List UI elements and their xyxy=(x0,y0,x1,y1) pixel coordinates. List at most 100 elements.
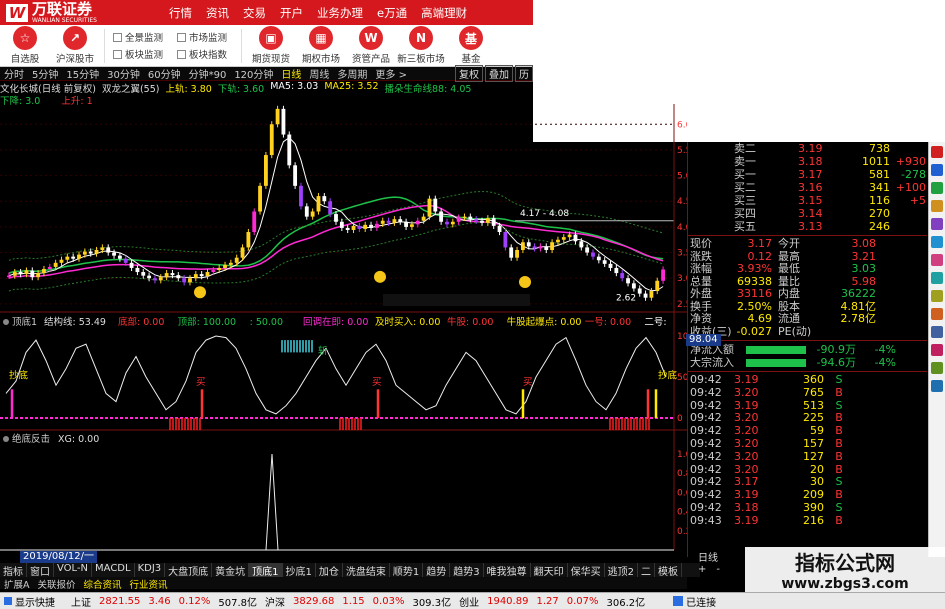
quick-item[interactable]: ☆ 自选股 xyxy=(0,26,50,65)
tool-icon[interactable] xyxy=(931,344,943,356)
indicator-tab[interactable]: KDJ3 xyxy=(135,563,166,577)
monitor-check[interactable]: 全景监测 xyxy=(113,30,163,44)
period-item[interactable]: 分钟*90 xyxy=(185,66,231,81)
indicator-tab[interactable]: 加仓 xyxy=(316,563,343,577)
indicator-tab[interactable]: 窗口 xyxy=(27,563,54,577)
monitor-check[interactable]: 市场监测 xyxy=(177,30,227,44)
trade-row: 09:42 3.20 127 B xyxy=(688,450,927,464)
candle-body xyxy=(293,165,298,186)
zoom-in-button[interactable]: + xyxy=(698,564,706,575)
tool-icon[interactable] xyxy=(931,362,943,374)
indicator-tab[interactable]: 顺势1 xyxy=(390,563,424,577)
tool-icon[interactable] xyxy=(931,326,943,338)
trade-volume: 765 xyxy=(803,385,824,399)
indicator-tab[interactable]: 二 xyxy=(638,563,656,577)
quick-item[interactable]: ▦ 期权市场 xyxy=(296,26,346,65)
period-item[interactable]: 120分钟 xyxy=(230,66,277,81)
candle-body xyxy=(439,211,444,222)
period-item[interactable]: 周线 xyxy=(305,66,333,81)
flow-bar xyxy=(746,346,806,354)
kline-chart-area[interactable]: 6.005.505.004.504.003.503.002.50 6.544.1… xyxy=(0,104,687,562)
tool-icon[interactable] xyxy=(931,164,943,176)
top-menu-item[interactable]: 行情 xyxy=(162,5,199,21)
checkbox-icon[interactable] xyxy=(113,32,122,42)
order-book-row[interactable]: 买三 3.15 116 +5 xyxy=(688,194,927,207)
period-button[interactable]: 叠加 xyxy=(485,65,513,82)
indicator-tab[interactable]: 趋势3 xyxy=(450,563,484,577)
monitor-check[interactable]: 板块监测 xyxy=(113,47,163,61)
osc-close-icon[interactable] xyxy=(3,319,9,325)
indicator-tab[interactable]: MACDL xyxy=(92,563,135,577)
sub-tab[interactable]: 行业资讯 xyxy=(126,577,172,591)
quick-item[interactable]: ↗ 沪深股市 xyxy=(50,26,100,65)
sub-tab[interactable]: 扩展A xyxy=(0,577,34,591)
tool-icon[interactable] xyxy=(931,290,943,302)
indicator-tab[interactable]: 翻天印 xyxy=(531,563,568,577)
indicator-tab[interactable]: 洗盘结束 xyxy=(343,563,390,577)
connection-status[interactable]: 已连接 xyxy=(686,594,716,609)
zoom-out-button[interactable]: - xyxy=(716,564,720,575)
order-book-row[interactable]: 卖一 3.18 1011 +930 xyxy=(688,155,927,168)
order-book-row[interactable]: 买四 3.14 270 xyxy=(688,207,927,220)
period-item[interactable]: 30分钟 xyxy=(103,66,144,81)
tool-icon[interactable] xyxy=(931,380,943,392)
tool-icon[interactable] xyxy=(931,182,943,194)
indicator-tab[interactable]: 模板 xyxy=(655,563,683,577)
indicator-tab[interactable]: 唯我独尊 xyxy=(484,563,531,577)
fund-icon: 基 xyxy=(459,26,484,50)
indicator-tab[interactable]: VOL-N xyxy=(54,563,93,577)
sh-change: 3.46 xyxy=(148,595,171,607)
top-menu-item[interactable]: 资讯 xyxy=(199,5,236,21)
indicator-tab[interactable]: 抄底1 xyxy=(283,563,316,577)
period-item[interactable]: 分时 xyxy=(0,66,28,81)
sub-tab[interactable]: 关联报价 xyxy=(34,577,80,591)
order-book-row[interactable]: 卖二 3.19 738 xyxy=(688,142,927,155)
checkbox-icon[interactable] xyxy=(177,49,187,59)
tool-icon[interactable] xyxy=(931,236,943,248)
indicator-tab[interactable]: 顶底1 xyxy=(249,563,283,577)
monitor-check[interactable]: 板块指数 xyxy=(177,47,227,61)
period-tab-daily[interactable]: 日线 xyxy=(690,549,745,564)
quick-item[interactable]: ▣ 期货现货 xyxy=(246,26,296,65)
sub-tab[interactable]: 综合资讯 xyxy=(80,577,126,591)
checkbox-icon[interactable] xyxy=(177,32,187,42)
indicator-tab[interactable]: 趋势 xyxy=(423,563,451,577)
period-item[interactable]: 更多 > xyxy=(371,66,411,81)
top-menu-item[interactable]: 业务办理 xyxy=(310,5,370,21)
top-menu-item[interactable]: 开户 xyxy=(273,5,310,21)
quick-item[interactable]: N 新三板市场 xyxy=(396,26,446,65)
period-button[interactable]: 复权 xyxy=(455,65,483,82)
period-item[interactable]: 60分钟 xyxy=(144,66,185,81)
order-book-row[interactable]: 买五 3.13 246 xyxy=(688,220,927,233)
tool-icon[interactable] xyxy=(931,146,943,158)
quick-item[interactable]: 基基金 xyxy=(446,26,496,65)
period-button[interactable]: 历 xyxy=(515,65,533,82)
top-menu-item[interactable]: e万通 xyxy=(370,5,414,21)
checkbox-icon[interactable] xyxy=(113,49,122,59)
ind3-close-icon[interactable] xyxy=(3,436,9,442)
tool-icon[interactable] xyxy=(931,200,943,212)
tool-icon[interactable] xyxy=(931,254,943,266)
order-book-row[interactable]: 买二 3.16 341 +100 xyxy=(688,181,927,194)
period-item[interactable]: 5分钟 xyxy=(28,66,62,81)
period-item[interactable]: 15分钟 xyxy=(62,66,103,81)
shortcut-toggle[interactable]: 显示快捷 xyxy=(15,594,55,609)
candle-body xyxy=(637,288,642,294)
brand-logo[interactable]: W 万联证券 WANLIAN SECURITIES xyxy=(0,0,160,25)
tool-icon[interactable] xyxy=(931,218,943,230)
top-menu-item[interactable]: 交易 xyxy=(236,5,273,21)
order-book-row[interactable]: 买一 3.17 581 -278 xyxy=(688,168,927,181)
period-item[interactable]: 多周期 xyxy=(333,66,371,81)
indicator-tab[interactable]: 大盘顶底 xyxy=(165,563,213,577)
top-menu-item[interactable]: 高端理财 xyxy=(414,5,474,21)
tool-icon[interactable] xyxy=(931,272,943,284)
tool-icon[interactable] xyxy=(931,308,943,320)
tick-trades[interactable]: 09:42 3.19 360 S 09:42 3.20 765 B 09:42 3.19 513 S 0… xyxy=(688,373,927,528)
indicator-tab[interactable]: 保华买 xyxy=(568,563,605,577)
period-item[interactable]: 日线 xyxy=(277,66,305,81)
indicator-tab[interactable]: 黄金坑 xyxy=(212,563,250,577)
quick-item[interactable]: W 资管产品 xyxy=(346,26,396,65)
indicator-tab[interactable]: 逃顶2 xyxy=(605,563,639,577)
quote-key: 今开 xyxy=(778,237,800,250)
indicator-tab[interactable]: 指标 xyxy=(0,563,27,577)
